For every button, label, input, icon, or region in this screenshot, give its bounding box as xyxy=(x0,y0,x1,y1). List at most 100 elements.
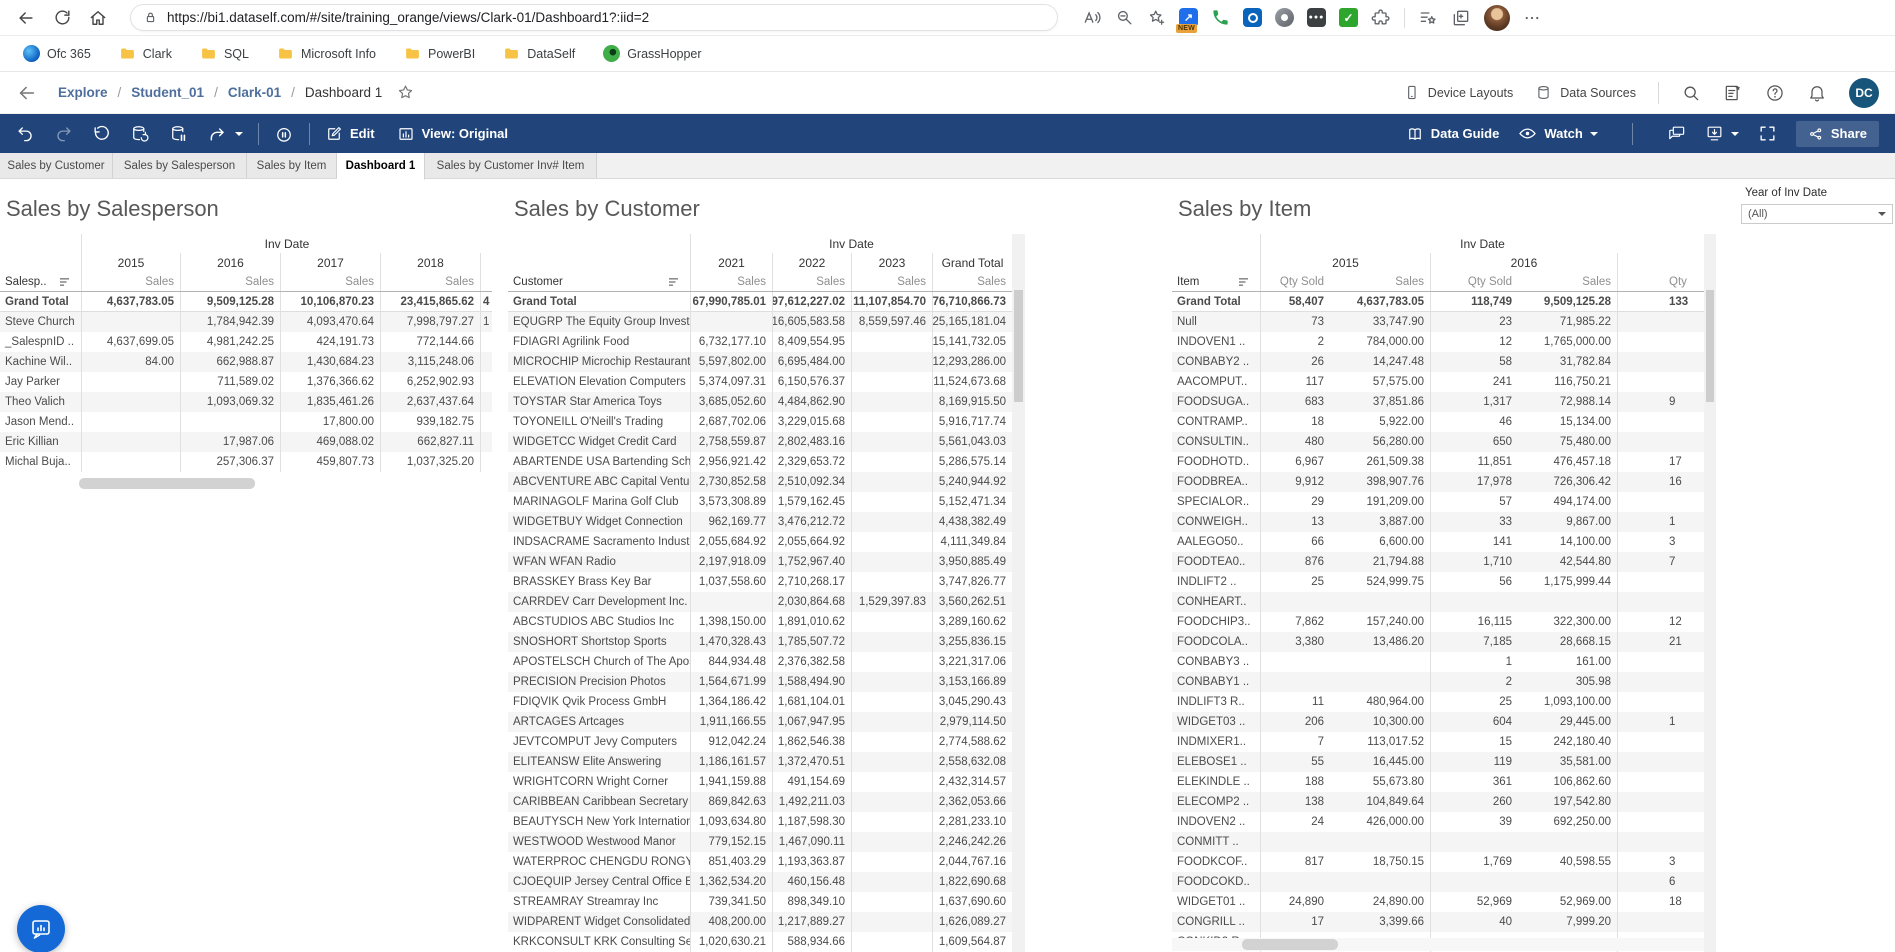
row-label[interactable]: ABCSTUDIOS ABC Studios Inc xyxy=(508,612,690,632)
outlook-extension-icon[interactable] xyxy=(1243,8,1262,27)
row-label[interactable]: ELEVATION Elevation Computers xyxy=(508,372,690,392)
row-label[interactable]: CJOEQUIP Jersey Central Office Equip xyxy=(508,872,690,892)
measure-header[interactable]: Sales xyxy=(1330,273,1430,291)
cell[interactable]: 524,999.75 xyxy=(1330,572,1430,592)
comments-icon[interactable] xyxy=(1667,124,1686,143)
cell[interactable] xyxy=(851,512,932,532)
row-label[interactable]: INDOVEN2 .. xyxy=(1172,812,1260,832)
search-icon[interactable] xyxy=(1681,83,1701,103)
cell[interactable] xyxy=(851,732,932,752)
cell[interactable]: 6,967 xyxy=(1260,452,1330,472)
add-favorite-icon[interactable] xyxy=(1147,8,1166,27)
cell[interactable] xyxy=(1430,832,1518,852)
tab-sales-by-salesperson[interactable]: Sales by Salesperson xyxy=(113,153,247,178)
cell[interactable] xyxy=(851,492,932,512)
row-label[interactable]: SPECIALOR.. xyxy=(1172,492,1260,512)
cell[interactable]: 40 xyxy=(1430,912,1518,932)
row-label[interactable]: CONWEIGH.. xyxy=(1172,512,1260,532)
row-label[interactable]: WIDGETBUY Widget Connection xyxy=(508,512,690,532)
cell[interactable]: 5,374,097.31 xyxy=(690,372,772,392)
cell[interactable] xyxy=(1518,832,1617,852)
year-header[interactable]: 2015 xyxy=(1260,253,1430,273)
row-label[interactable]: ABCVENTURE ABC Capital Ventures xyxy=(508,472,690,492)
cell[interactable]: 1,941,159.88 xyxy=(690,772,772,792)
cell[interactable] xyxy=(690,312,772,332)
breadcrumb-item[interactable]: Clark-01 xyxy=(228,85,281,100)
table-row[interactable]: FOODCOKD..6 xyxy=(1172,872,1716,892)
cell[interactable]: 5,240,944.92 xyxy=(932,472,1012,492)
back-arrow-icon[interactable] xyxy=(16,82,38,104)
table-row[interactable]: FOODCOLA..3,38013,486.207,18528,668.1521 xyxy=(1172,632,1716,652)
cell[interactable]: 197,542.80 xyxy=(1518,792,1617,812)
cell[interactable]: 57 xyxy=(1430,492,1518,512)
cell[interactable]: 71,985.22 xyxy=(1518,312,1617,332)
refresh-data-icon[interactable] xyxy=(130,124,150,144)
cell[interactable]: 3,573,308.89 xyxy=(690,492,772,512)
row-label[interactable]: CONGRILL .. xyxy=(1172,912,1260,932)
cell[interactable]: 9,867.00 xyxy=(1518,512,1617,532)
measure-header[interactable]: Qty Sold xyxy=(1430,273,1518,291)
row-label[interactable]: Jay Parker xyxy=(0,372,81,392)
cell[interactable]: 739,341.50 xyxy=(690,892,772,912)
refresh-icon[interactable] xyxy=(48,4,76,32)
row-label[interactable]: ELEKINDLE .. xyxy=(1172,772,1260,792)
cell[interactable]: 1,637,690.60 xyxy=(932,892,1012,912)
cell[interactable]: 4,637,783.05 xyxy=(1330,292,1430,311)
cell[interactable]: 3,153,166.89 xyxy=(932,672,1012,692)
lock-icon[interactable] xyxy=(143,10,158,25)
row-label[interactable]: CONTRAMP.. xyxy=(1172,412,1260,432)
row-label[interactable]: Steve Church xyxy=(0,312,81,332)
cell[interactable]: 55,673.80 xyxy=(1330,772,1430,792)
bookmark-item[interactable]: Ofc 365 xyxy=(14,41,100,66)
cell[interactable]: 17,978 xyxy=(1430,472,1518,492)
cell[interactable]: 604 xyxy=(1430,712,1518,732)
table-row[interactable]: INDMIXER1..7113,017.5215242,180.40 xyxy=(1172,732,1716,752)
cell[interactable]: 491,154.69 xyxy=(772,772,851,792)
tab-dashboard-1[interactable]: Dashboard 1 xyxy=(337,153,425,180)
scrollbar-thumb[interactable] xyxy=(1706,290,1714,402)
row-label[interactable]: JEVTCOMPUT Jevy Computers xyxy=(508,732,690,752)
cell[interactable]: 779,152.15 xyxy=(690,832,772,852)
bookmark-item[interactable]: SQL xyxy=(191,41,258,66)
cell[interactable]: 305.98 xyxy=(1518,672,1617,692)
bookmark-item[interactable]: GrassHopper xyxy=(594,41,710,66)
cell[interactable]: 851,403.29 xyxy=(690,852,772,872)
cell[interactable] xyxy=(851,712,932,732)
cell[interactable]: 4,484,862.90 xyxy=(772,392,851,412)
extension-icon[interactable] xyxy=(1275,8,1294,27)
cell[interactable]: 2,055,684.92 xyxy=(690,532,772,552)
cell[interactable] xyxy=(81,392,180,412)
sort-icon[interactable] xyxy=(1239,277,1250,287)
cell[interactable]: 8,169,915.50 xyxy=(932,392,1012,412)
cell[interactable]: 73 xyxy=(1260,312,1330,332)
cell[interactable] xyxy=(81,432,180,452)
table-row[interactable]: CONHEART.. xyxy=(1172,592,1716,612)
cell[interactable]: 1,317 xyxy=(1430,392,1518,412)
cell[interactable]: 157,240.00 xyxy=(1330,612,1430,632)
row-label[interactable]: ELITEANSW Elite Answering xyxy=(508,752,690,772)
row-label[interactable]: CONHEART.. xyxy=(1172,592,1260,612)
table-row[interactable]: BRASSKEY Brass Key Bar1,037,558.602,710,… xyxy=(508,572,1025,592)
row-label[interactable]: ABARTENDE USA Bartending School xyxy=(508,452,690,472)
measure-header[interactable]: Sales xyxy=(180,273,280,291)
cell[interactable]: 11 xyxy=(1260,692,1330,712)
cell[interactable]: 1,765,000.00 xyxy=(1518,332,1617,352)
cell[interactable]: 2,329,653.72 xyxy=(772,452,851,472)
table-row[interactable]: ELECOMP2 ..138104,849.64260197,542.80 xyxy=(1172,792,1716,812)
row-label[interactable]: Null xyxy=(1172,312,1260,332)
row-label[interactable]: FOODBREA.. xyxy=(1172,472,1260,492)
cell[interactable]: 17,987.06 xyxy=(180,432,280,452)
table-row[interactable]: Theo Valich1,093,069.321,835,461.262,637… xyxy=(0,392,492,412)
cell[interactable]: 56 xyxy=(1430,572,1518,592)
cell[interactable]: 58 xyxy=(1430,352,1518,372)
cell[interactable]: 117 xyxy=(1260,372,1330,392)
row-label[interactable]: EQUGRP The Equity Group Investors xyxy=(508,312,690,332)
cell[interactable]: 1,470,328.43 xyxy=(690,632,772,652)
table-row[interactable]: CONBABY2 ..2614,247.485831,782.84 xyxy=(1172,352,1716,372)
cell[interactable]: 1,020,630.21 xyxy=(690,932,772,952)
cell[interactable]: 1,175,999.44 xyxy=(1518,572,1617,592)
cell[interactable]: 104,849.64 xyxy=(1330,792,1430,812)
row-label[interactable]: CONBABY3 .. xyxy=(1172,652,1260,672)
cell[interactable]: 817 xyxy=(1260,852,1330,872)
year-header[interactable]: 2023 xyxy=(851,253,932,273)
